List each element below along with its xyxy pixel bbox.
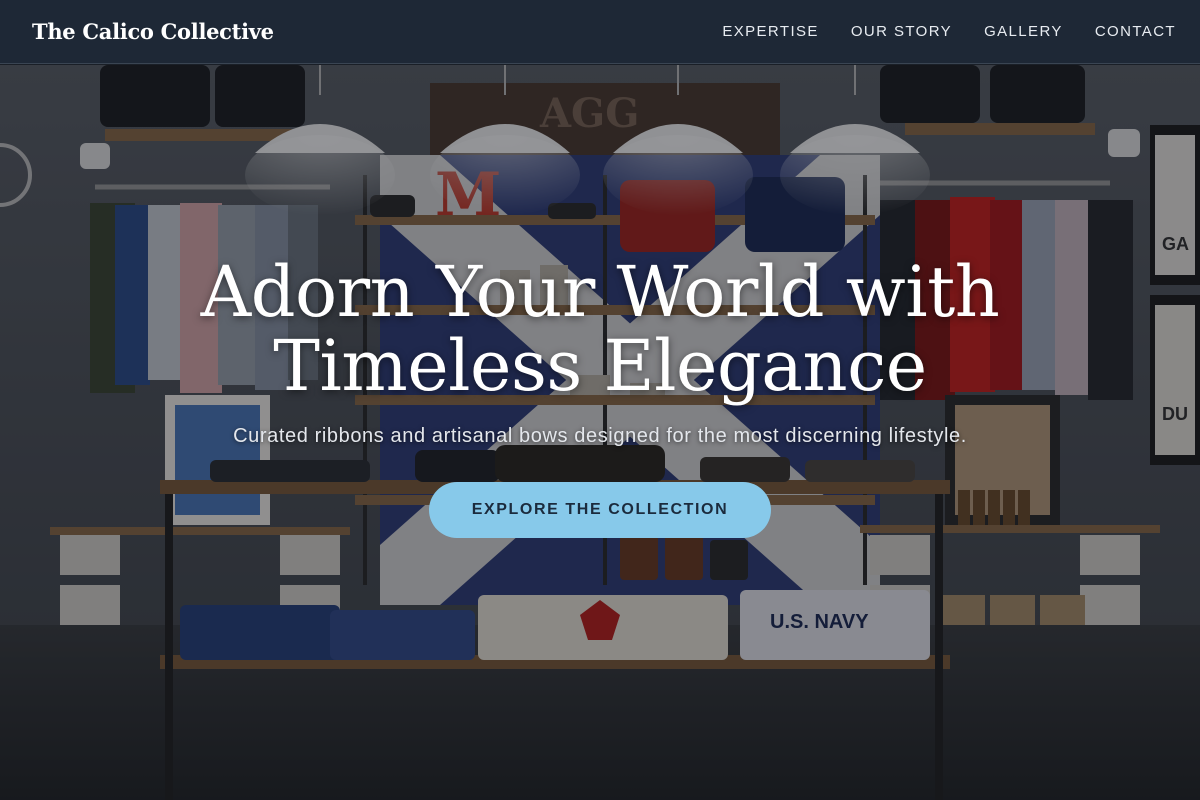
nav-menu: EXPERTISE OUR STORY GALLERY CONTACT (722, 23, 1176, 40)
hero-title: Adorn Your World with Timeless Elegance (0, 255, 1200, 403)
brand-logo[interactable]: The Calico Collective (32, 19, 274, 44)
nav-link-gallery[interactable]: GALLERY (984, 23, 1063, 40)
nav-link-expertise[interactable]: EXPERTISE (722, 23, 819, 40)
landing-page: The Calico Collective EXPERTISE OUR STOR… (0, 0, 1200, 800)
hero-content: Adorn Your World with Timeless Elegance … (0, 255, 1200, 538)
hero-title-line-2: Timeless Elegance (273, 325, 927, 407)
navbar: The Calico Collective EXPERTISE OUR STOR… (0, 0, 1200, 64)
nav-link-contact[interactable]: CONTACT (1095, 23, 1176, 40)
hero-subtitle: Curated ribbons and artisanal bows desig… (233, 425, 967, 447)
explore-collection-button[interactable]: EXPLORE THE COLLECTION (429, 482, 771, 538)
nav-link-our-story[interactable]: OUR STORY (851, 23, 952, 40)
hero-title-line-1: Adorn Your World with (200, 251, 1000, 333)
